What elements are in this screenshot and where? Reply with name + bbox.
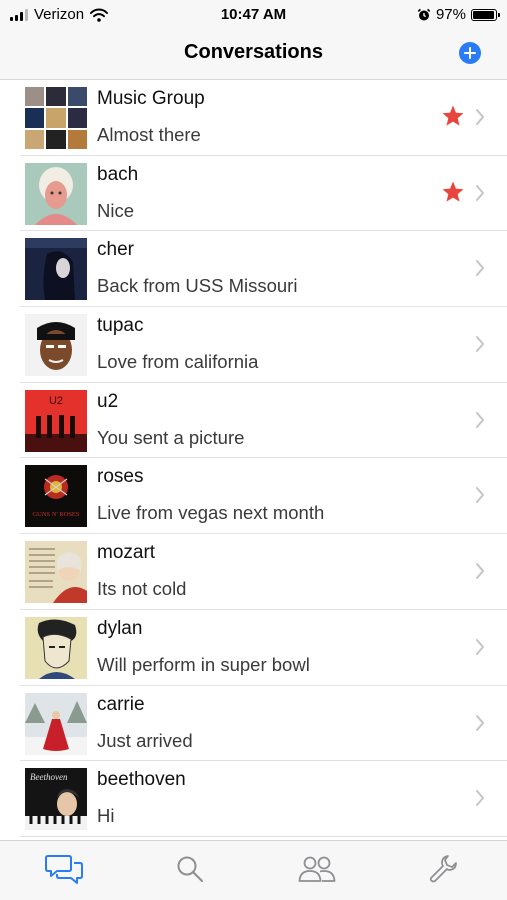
conversation-name: cher	[97, 239, 134, 261]
tupac-portrait	[25, 314, 87, 377]
carrie-album-cover	[25, 692, 87, 755]
conversation-row-beethoven[interactable]: Beethoven beethoven Hi	[20, 761, 507, 837]
conversation-row-carrie[interactable]: carrie Just arrived	[20, 686, 507, 762]
conversation-preview: Hi	[97, 805, 115, 827]
tab-contacts[interactable]	[297, 851, 337, 887]
conversation-row-u2[interactable]: U2 u2 You sent a picture	[20, 383, 507, 459]
roses-cover-title: GUNS N' ROSES	[32, 511, 79, 518]
conversation-preview: Its not cold	[97, 578, 187, 600]
beethoven-album-cover: Beethoven	[25, 768, 87, 831]
page-title: Conversations	[184, 41, 323, 63]
conversation-name: u2	[97, 390, 119, 412]
bach-portrait	[25, 162, 87, 225]
chevron-right-icon	[476, 487, 484, 504]
conversation-name: Music Group	[97, 88, 205, 109]
battery-percent: 97%	[435, 6, 466, 23]
conversation-preview: Will perform in super bowl	[97, 653, 310, 675]
conversation-row-mozart[interactable]: mozart Its not cold	[20, 534, 507, 610]
u2-cover-title: U2	[49, 395, 63, 407]
battery-area: 97%	[417, 6, 500, 23]
conversation-name: bach	[97, 163, 139, 185]
chevron-right-icon	[476, 336, 484, 353]
conversation-preview: Back from USS Missouri	[97, 275, 298, 297]
guns-n-roses-album-cover: GUNS N' ROSES	[25, 465, 87, 528]
wrench-icon	[429, 855, 457, 883]
star-icon	[442, 181, 464, 202]
conversation-row-cher[interactable]: cher Back from USS Missouri	[20, 231, 507, 308]
u2-album-cover: U2	[25, 389, 87, 452]
conversation-preview: Almost there	[97, 124, 201, 145]
chevron-right-icon	[476, 563, 484, 580]
conversation-preview: Love from california	[97, 351, 259, 373]
battery-icon	[471, 8, 500, 21]
chevron-right-icon	[476, 411, 484, 428]
chevron-right-icon	[476, 714, 484, 731]
chevron-right-icon	[476, 184, 484, 201]
chat-bubbles-icon	[45, 855, 83, 884]
conversation-row-dylan[interactable]: dylan Will perform in super bowl	[20, 610, 507, 686]
conversation-preview: Just arrived	[97, 729, 193, 751]
dylan-portrait	[25, 616, 87, 679]
tab-bar	[0, 840, 507, 900]
conversation-row-roses[interactable]: GUNS N' ROSES roses Live from vegas next…	[20, 458, 507, 535]
search-icon	[177, 856, 203, 882]
tab-settings[interactable]	[423, 851, 463, 887]
conversation-name: roses	[97, 466, 144, 488]
conversation-row-tupac[interactable]: tupac Love from california	[20, 307, 507, 383]
chevron-right-icon	[476, 260, 484, 277]
alarm-icon	[417, 8, 431, 20]
conversation-row-bach[interactable]: bach Nice	[20, 156, 507, 232]
chevron-right-icon	[476, 109, 484, 125]
tab-search[interactable]	[170, 851, 210, 887]
conversation-list: Music Group Almost there bach Nice cher …	[0, 80, 507, 837]
conversation-preview: Live from vegas next month	[97, 502, 325, 524]
conversation-name: carrie	[97, 693, 145, 715]
plus-circle-icon	[464, 47, 476, 59]
conversation-preview: You sent a picture	[97, 426, 245, 448]
new-conversation-button[interactable]	[459, 42, 481, 64]
status-bar: Verizon 10:47 AM 97%	[0, 0, 507, 30]
cher-album-cover	[25, 238, 87, 301]
navigation-bar: Conversations	[0, 30, 507, 80]
conversation-name: beethoven	[97, 769, 186, 791]
beethoven-cover-title: Beethoven	[30, 772, 68, 782]
tab-conversations[interactable]	[44, 851, 84, 887]
chevron-right-icon	[476, 638, 484, 655]
people-icon	[298, 856, 336, 882]
conversation-preview: Nice	[97, 199, 135, 221]
mozart-portrait	[25, 541, 87, 604]
music-group-collage	[25, 87, 87, 149]
star-icon	[442, 105, 464, 126]
chevron-right-icon	[476, 790, 484, 807]
conversation-row-music-group[interactable]: Music Group Almost there	[20, 80, 507, 156]
conversation-name: tupac	[97, 315, 144, 337]
conversation-name: dylan	[97, 617, 143, 639]
conversation-name: mozart	[97, 542, 156, 564]
